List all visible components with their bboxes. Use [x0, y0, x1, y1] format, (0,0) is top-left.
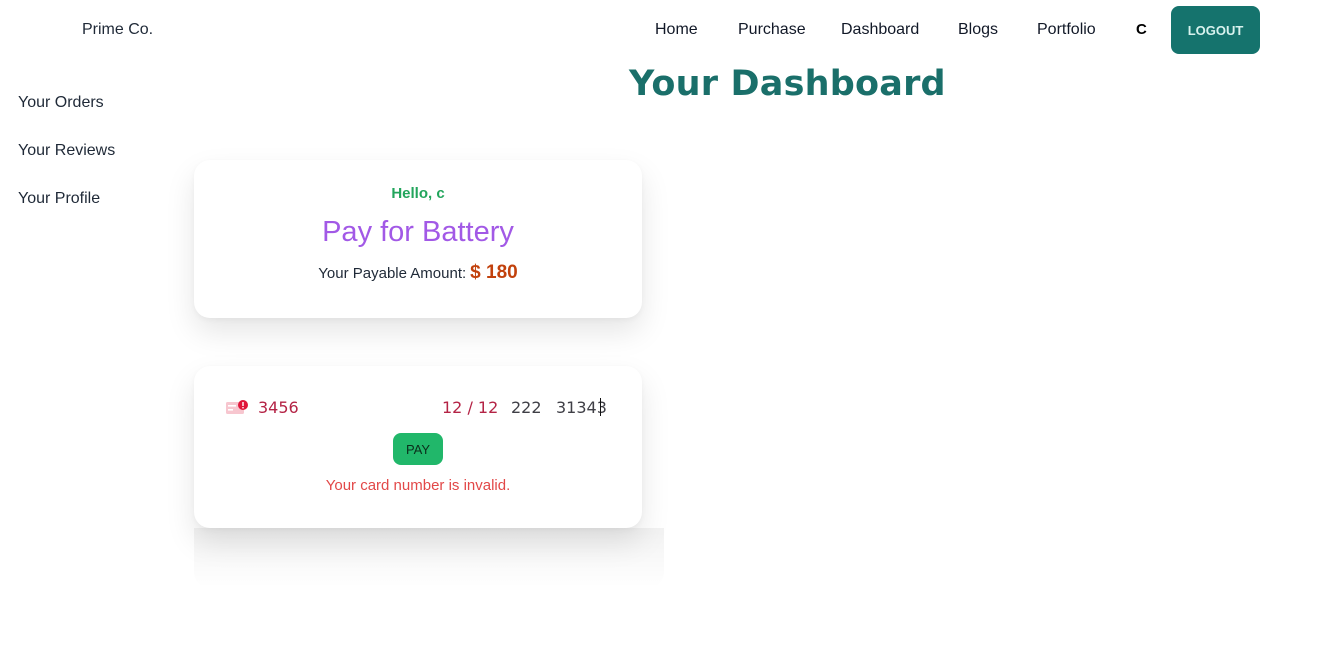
pay-heading: Pay for Battery — [322, 216, 514, 248]
payment-card: 3456 12 / 12 222 31343 PAY Your card num… — [194, 366, 642, 528]
expiry-field[interactable]: 12 / 12 — [442, 398, 498, 417]
card-number-field[interactable]: 3456 — [258, 398, 299, 417]
payable-amount-line: Your Payable Amount: $ 180 — [194, 262, 642, 284]
pay-button[interactable]: PAY — [393, 433, 443, 465]
nav-dashboard[interactable]: Dashboard — [841, 21, 919, 39]
nav-portfolio[interactable]: Portfolio — [1037, 21, 1096, 39]
page-title: Your Dashboard — [629, 64, 946, 104]
payable-amount-value: $ 180 — [470, 262, 518, 283]
logout-button[interactable]: LOGOUT — [1171, 6, 1260, 54]
top-navbar: Prime Co. Home Purchase Dashboard Blogs … — [0, 0, 1328, 62]
brand-name[interactable]: Prime Co. — [82, 21, 153, 39]
card-error-message: Your card number is invalid. — [325, 477, 511, 494]
sidebar-item-orders[interactable]: Your Orders — [18, 94, 104, 112]
sidebar-item-profile[interactable]: Your Profile — [18, 190, 100, 208]
nav-blogs[interactable]: Blogs — [958, 21, 998, 39]
nav-home[interactable]: Home — [655, 21, 698, 39]
order-summary-card: Hello, c Pay for Battery Your Payable Am… — [194, 160, 642, 318]
cvc-field[interactable]: 222 — [511, 398, 542, 417]
sidebar-item-reviews[interactable]: Your Reviews — [18, 142, 115, 160]
nav-purchase[interactable]: Purchase — [738, 21, 806, 39]
text-caret — [600, 398, 601, 416]
card-shadow — [194, 528, 664, 588]
card-error-icon — [226, 400, 248, 414]
greeting-text: Hello, c — [391, 185, 445, 202]
payable-amount-label: Your Payable Amount: — [318, 265, 467, 282]
user-initial: C — [1136, 21, 1147, 38]
